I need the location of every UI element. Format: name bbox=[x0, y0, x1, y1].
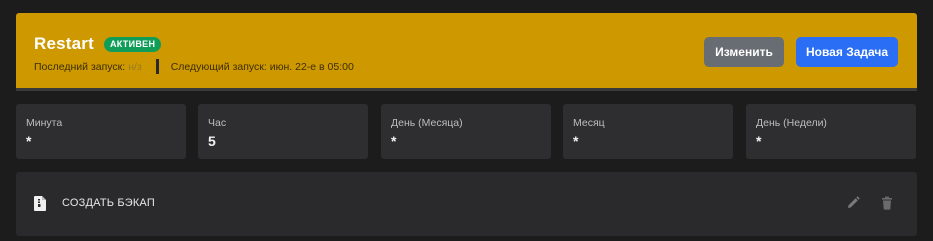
file-archive-icon bbox=[34, 196, 46, 211]
cron-card-minute: Минута * bbox=[16, 104, 186, 159]
title-row: Restart АКТИВЕН bbox=[34, 34, 162, 54]
pencil-icon[interactable] bbox=[846, 196, 860, 210]
cron-value: * bbox=[756, 133, 762, 149]
task-label: СОЗДАТЬ БЭКАП bbox=[62, 197, 155, 209]
status-badge: АКТИВЕН bbox=[103, 36, 162, 52]
cron-card-day-of-month: День (Месяца) * bbox=[381, 104, 551, 159]
cron-label: Час bbox=[208, 117, 227, 129]
cron-value: * bbox=[573, 133, 579, 149]
cron-card-day-of-week: День (Недели) * bbox=[746, 104, 916, 159]
cron-value: * bbox=[391, 133, 397, 149]
new-task-button[interactable]: Новая Задача bbox=[796, 37, 898, 67]
schedule-header: Restart АКТИВЕН Последний запуск: н/з Сл… bbox=[16, 13, 917, 91]
cron-card-hour: Час 5 bbox=[198, 104, 368, 159]
next-run-text: Следующий запуск: июн. 22-е в 05:00 bbox=[170, 60, 354, 73]
schedule-page: Restart АКТИВЕН Последний запуск: н/з Сл… bbox=[0, 0, 933, 241]
cron-value: * bbox=[26, 133, 32, 149]
cron-label: Минута bbox=[26, 117, 63, 129]
schedule-title: Restart bbox=[34, 34, 94, 53]
cron-value: 5 bbox=[208, 133, 216, 149]
edit-button[interactable]: Изменить bbox=[704, 37, 784, 67]
divider bbox=[155, 59, 159, 74]
cron-label: День (Месяца) bbox=[391, 117, 463, 129]
cron-label: Месяц bbox=[573, 117, 605, 129]
last-run-value: н/з bbox=[128, 60, 142, 73]
last-run-label: Последний запуск: bbox=[34, 60, 126, 73]
run-info: Последний запуск: н/з Следующий запуск: … bbox=[34, 59, 354, 74]
cron-card-month: Месяц * bbox=[563, 104, 733, 159]
trash-icon[interactable] bbox=[880, 196, 894, 210]
task-row: СОЗДАТЬ БЭКАП bbox=[16, 172, 917, 236]
cron-label: День (Недели) bbox=[756, 117, 827, 129]
